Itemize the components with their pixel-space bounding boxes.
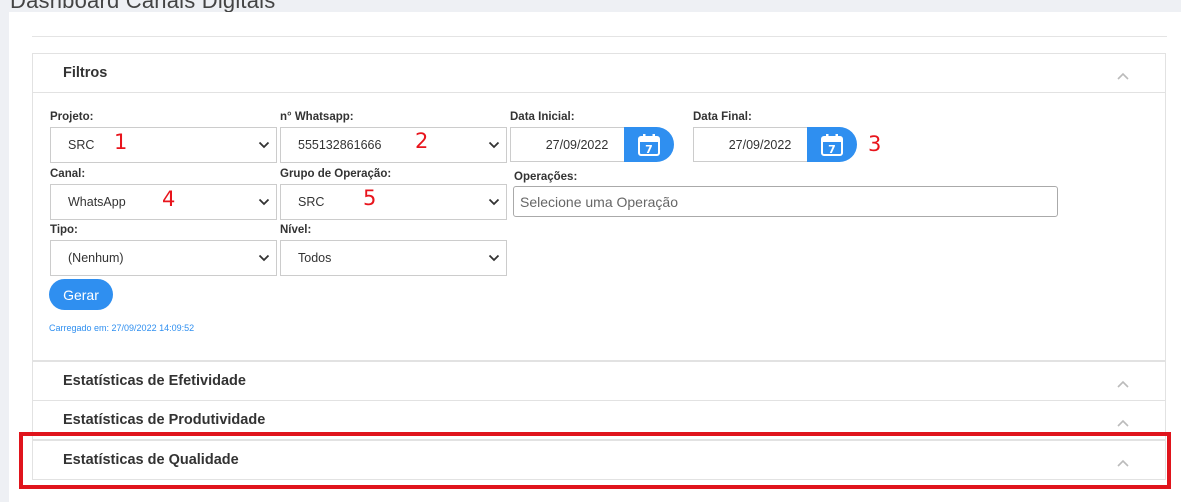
gerar-button[interactable]: Gerar xyxy=(49,279,113,310)
annotation-highlight-box xyxy=(19,432,1171,489)
filters-panel-header[interactable]: Filtros xyxy=(33,54,1165,92)
grupo-select[interactable]: SRC xyxy=(280,184,507,220)
grupo-label: Grupo de Operação: xyxy=(280,168,392,180)
filters-panel: Filtros Projeto: SRC n° Whatsapp: 555132… xyxy=(32,53,1166,361)
tipo-label: Tipo: xyxy=(50,224,78,236)
efetividade-panel-header[interactable]: Estatísticas de Efetividade xyxy=(33,362,1165,400)
loaded-timestamp: Carregado em: 27/09/2022 14:09:52 xyxy=(49,323,195,333)
projeto-select[interactable]: SRC xyxy=(50,127,277,163)
operacoes-input[interactable]: Selecione uma Operação xyxy=(513,186,1058,217)
nivel-label: Nível: xyxy=(280,224,312,236)
chevron-down-icon xyxy=(488,254,500,262)
tipo-value: (Nenhum) xyxy=(68,251,124,265)
annotation-number: 1 xyxy=(114,130,128,154)
data-final-input[interactable]: 27/09/2022 xyxy=(693,127,808,162)
chevron-up-icon[interactable] xyxy=(1117,419,1129,427)
operacoes-label: Operações: xyxy=(514,171,578,183)
chevron-down-icon xyxy=(258,254,270,262)
whatsapp-label: n° Whatsapp: xyxy=(280,111,354,123)
nivel-value: Todos xyxy=(298,251,332,265)
data-inicial-label: Data Inicial: xyxy=(510,111,575,123)
chevron-up-icon[interactable] xyxy=(1117,380,1129,388)
whatsapp-select[interactable]: 555132861666 xyxy=(280,127,507,163)
produtividade-title: Estatísticas de Produtividade xyxy=(63,412,266,428)
tipo-select[interactable]: (Nenhum) xyxy=(50,240,277,276)
grupo-value: SRC xyxy=(298,195,325,209)
chevron-up-icon[interactable] xyxy=(1117,72,1129,80)
data-inicial-calendar-button[interactable]: 7 xyxy=(624,127,674,162)
annotation-number: 2 xyxy=(415,129,429,153)
data-final-calendar-button[interactable]: 7 xyxy=(807,127,857,162)
projeto-label: Projeto: xyxy=(50,111,94,123)
efetividade-title: Estatísticas de Efetividade xyxy=(63,373,246,389)
annotation-number: 3 xyxy=(868,132,882,156)
calendar-icon: 7 xyxy=(821,133,843,156)
filters-body: Projeto: SRC n° Whatsapp: 555132861666 D… xyxy=(33,92,1165,360)
annotation-number: 5 xyxy=(363,186,377,210)
efetividade-panel: Estatísticas de Efetividade xyxy=(32,361,1166,401)
projeto-value: SRC xyxy=(68,138,95,152)
divider xyxy=(32,36,1167,37)
chevron-down-icon xyxy=(258,141,270,149)
chevron-down-icon xyxy=(488,198,500,206)
annotation-number: 4 xyxy=(162,187,176,211)
chevron-down-icon xyxy=(488,141,500,149)
whatsapp-value: 555132861666 xyxy=(298,138,382,152)
nivel-select[interactable]: Todos xyxy=(280,240,507,276)
calendar-icon: 7 xyxy=(638,133,660,156)
chevron-down-icon xyxy=(258,198,270,206)
svg-text:7: 7 xyxy=(645,143,653,156)
data-final-label: Data Final: xyxy=(693,111,752,123)
svg-text:7: 7 xyxy=(828,143,836,156)
canal-label: Canal: xyxy=(50,168,86,180)
data-inicial-input[interactable]: 27/09/2022 xyxy=(510,127,625,162)
filters-title: Filtros xyxy=(63,65,108,81)
